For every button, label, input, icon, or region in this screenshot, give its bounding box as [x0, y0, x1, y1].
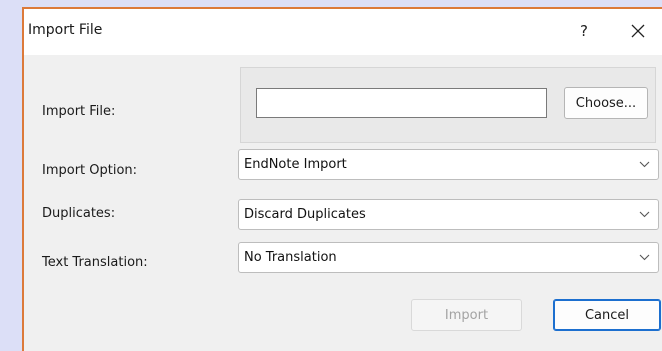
dialog-title: Import File: [28, 22, 103, 38]
import-option-value: EndNote Import: [244, 157, 347, 172]
import-file-dialog: Import File ? Import File: Choose... Imp…: [22, 7, 662, 351]
duplicates-select[interactable]: Discard Duplicates: [238, 199, 659, 230]
help-icon: ?: [580, 22, 588, 40]
close-button[interactable]: [622, 17, 654, 45]
import-file-input[interactable]: [256, 88, 547, 118]
duplicates-label: Duplicates:: [42, 206, 116, 221]
cancel-button[interactable]: Cancel: [553, 299, 661, 331]
import-option-select[interactable]: EndNote Import: [238, 149, 659, 180]
duplicates-value: Discard Duplicates: [244, 207, 366, 222]
text-translation-select[interactable]: No Translation: [238, 242, 659, 273]
import-file-label: Import File:: [42, 104, 116, 119]
file-selector-panel: Choose...: [240, 67, 656, 143]
chevron-down-icon: [639, 254, 650, 261]
close-icon: [631, 24, 645, 38]
import-option-label: Import Option:: [42, 163, 138, 178]
import-button[interactable]: Import: [411, 299, 522, 331]
text-translation-value: No Translation: [244, 250, 337, 265]
help-button[interactable]: ?: [570, 17, 598, 45]
title-bar[interactable]: Import File ?: [24, 9, 662, 55]
chevron-down-icon: [639, 161, 650, 168]
chevron-down-icon: [639, 211, 650, 218]
text-translation-label: Text Translation:: [42, 255, 148, 270]
choose-button[interactable]: Choose...: [564, 87, 648, 119]
